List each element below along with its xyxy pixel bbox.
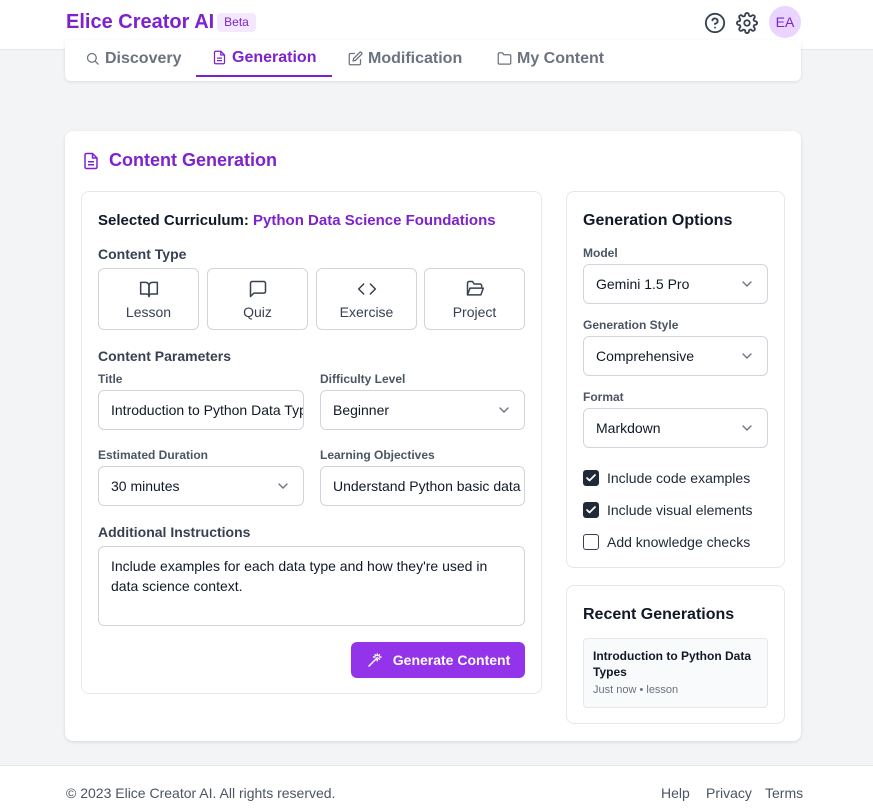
instructions-label: Additional Instructions xyxy=(98,524,251,540)
content-type-exercise-button[interactable]: Exercise xyxy=(316,268,417,330)
book-open-icon xyxy=(139,281,158,297)
checkbox-label: Include code examples xyxy=(607,470,751,486)
add-knowledge-checks-checkbox[interactable]: Add knowledge checks xyxy=(583,534,750,550)
content-type-lesson-button[interactable]: Lesson xyxy=(98,268,199,330)
recent-item-meta: Just now • lesson xyxy=(593,684,679,696)
tab-modification[interactable]: Modification xyxy=(348,40,462,77)
content-type-label: Content Type xyxy=(98,246,187,262)
app-title[interactable]: Elice Creator AI xyxy=(66,11,214,34)
recent-generations-title: Recent Generations xyxy=(583,606,735,623)
duration-value: 30 minutes xyxy=(111,478,180,494)
help-icon[interactable] xyxy=(704,12,726,34)
chevron-down-icon xyxy=(742,353,752,359)
check-icon xyxy=(586,474,596,482)
title-input[interactable]: Introduction to Python Data Types xyxy=(98,390,304,430)
selected-curriculum: Selected Curriculum: Python Data Science… xyxy=(98,212,496,229)
instructions-textarea[interactable]: Include examples for each data type and … xyxy=(98,546,525,626)
content-parameters-label: Content Parameters xyxy=(98,348,232,364)
curriculum-label: Selected Curriculum: xyxy=(98,212,249,229)
chevron-down-icon xyxy=(278,483,288,489)
content-generation-card: Content Generation Selected Curriculum: … xyxy=(65,131,801,741)
model-label: Model xyxy=(583,246,618,260)
tab-label: Modification xyxy=(368,49,463,67)
document-icon xyxy=(213,50,226,65)
tab-label: Discovery xyxy=(105,49,182,67)
gear-icon[interactable] xyxy=(736,12,758,34)
footer-link-help[interactable]: Help xyxy=(661,785,690,801)
message-square-icon xyxy=(249,280,266,297)
checkbox-label: Include visual elements xyxy=(607,502,753,518)
format-select[interactable]: Markdown xyxy=(583,408,768,448)
document-icon xyxy=(84,152,98,169)
edit-icon xyxy=(348,51,363,66)
recent-generations-panel: Recent Generations Introduction to Pytho… xyxy=(566,585,785,724)
tab-generation[interactable]: Generation xyxy=(196,40,333,77)
check-icon xyxy=(586,506,596,514)
difficulty-select[interactable]: Beginner xyxy=(320,390,525,430)
tab-label: Generation xyxy=(232,48,317,66)
folder-open-icon xyxy=(466,280,484,296)
style-label: Generation Style xyxy=(583,318,679,332)
model-select[interactable]: Gemini 1.5 Pro xyxy=(583,264,768,304)
format-value: Markdown xyxy=(596,420,661,436)
tab-label: My Content xyxy=(517,49,605,67)
generation-form: Selected Curriculum: Python Data Science… xyxy=(81,191,542,694)
footer-link-terms[interactable]: Terms xyxy=(765,785,803,801)
content-type-label: Project xyxy=(452,303,497,320)
generation-options-panel: Generation Options Model Gemini 1.5 Pro … xyxy=(566,191,785,568)
folder-icon xyxy=(497,52,512,65)
code-icon xyxy=(357,282,376,295)
recent-item-title: Introduction to Python Data Types xyxy=(593,649,751,679)
content-type-quiz-button[interactable]: Quiz xyxy=(207,268,308,330)
content-type-label: Lesson xyxy=(125,303,172,320)
tab-discovery[interactable]: Discovery xyxy=(85,40,182,77)
footer: © 2023 Elice Creator AI. All rights rese… xyxy=(0,765,873,810)
checkbox-checked[interactable] xyxy=(583,502,599,518)
difficulty-label: Difficulty Level xyxy=(320,372,406,386)
copyright-text: © 2023 Elice Creator AI. All rights rese… xyxy=(66,785,336,801)
search-icon xyxy=(86,52,99,65)
page-title: Content Generation xyxy=(82,150,277,171)
title-label: Title xyxy=(98,372,123,386)
include-code-examples-checkbox[interactable]: Include code examples xyxy=(583,470,750,486)
checkbox-checked[interactable] xyxy=(583,470,599,486)
tab-my-content[interactable]: My Content xyxy=(497,40,604,77)
generate-content-button[interactable]: Generate Content xyxy=(351,642,525,678)
include-visual-elements-checkbox[interactable]: Include visual elements xyxy=(583,502,753,518)
difficulty-value: Beginner xyxy=(333,402,390,418)
recent-generation-item[interactable]: Introduction to Python Data Types Just n… xyxy=(583,638,768,708)
curriculum-name[interactable]: Python Data Science Foundations xyxy=(253,212,496,229)
checkbox-label: Add knowledge checks xyxy=(607,534,751,550)
chevron-down-icon xyxy=(499,407,509,413)
style-select[interactable]: Comprehensive xyxy=(583,336,768,376)
duration-select[interactable]: 30 minutes xyxy=(98,466,304,506)
chevron-down-icon xyxy=(742,281,752,287)
checkbox-unchecked[interactable] xyxy=(583,534,599,550)
page-title-text: Content Generation xyxy=(109,150,278,170)
model-value: Gemini 1.5 Pro xyxy=(596,276,690,292)
content-type-label: Exercise xyxy=(339,303,394,320)
beta-badge: Beta xyxy=(217,13,256,32)
main-tabs: Discovery Generation Modification My Con… xyxy=(65,40,801,81)
content-type-project-button[interactable]: Project xyxy=(424,268,525,330)
duration-label: Estimated Duration xyxy=(98,448,209,462)
content-type-label: Quiz xyxy=(243,303,272,320)
objectives-input[interactable]: Understand Python basic data types xyxy=(320,466,525,506)
style-value: Comprehensive xyxy=(596,348,695,364)
format-label: Format xyxy=(583,390,624,404)
chevron-down-icon xyxy=(742,425,752,431)
avatar[interactable]: EA xyxy=(769,6,801,38)
footer-link-privacy[interactable]: Privacy xyxy=(706,785,752,801)
generate-content-label: Generate Content xyxy=(392,652,511,668)
magic-wand-icon xyxy=(368,653,382,667)
generation-options-title: Generation Options xyxy=(583,212,733,229)
objectives-label: Learning Objectives xyxy=(320,448,435,462)
